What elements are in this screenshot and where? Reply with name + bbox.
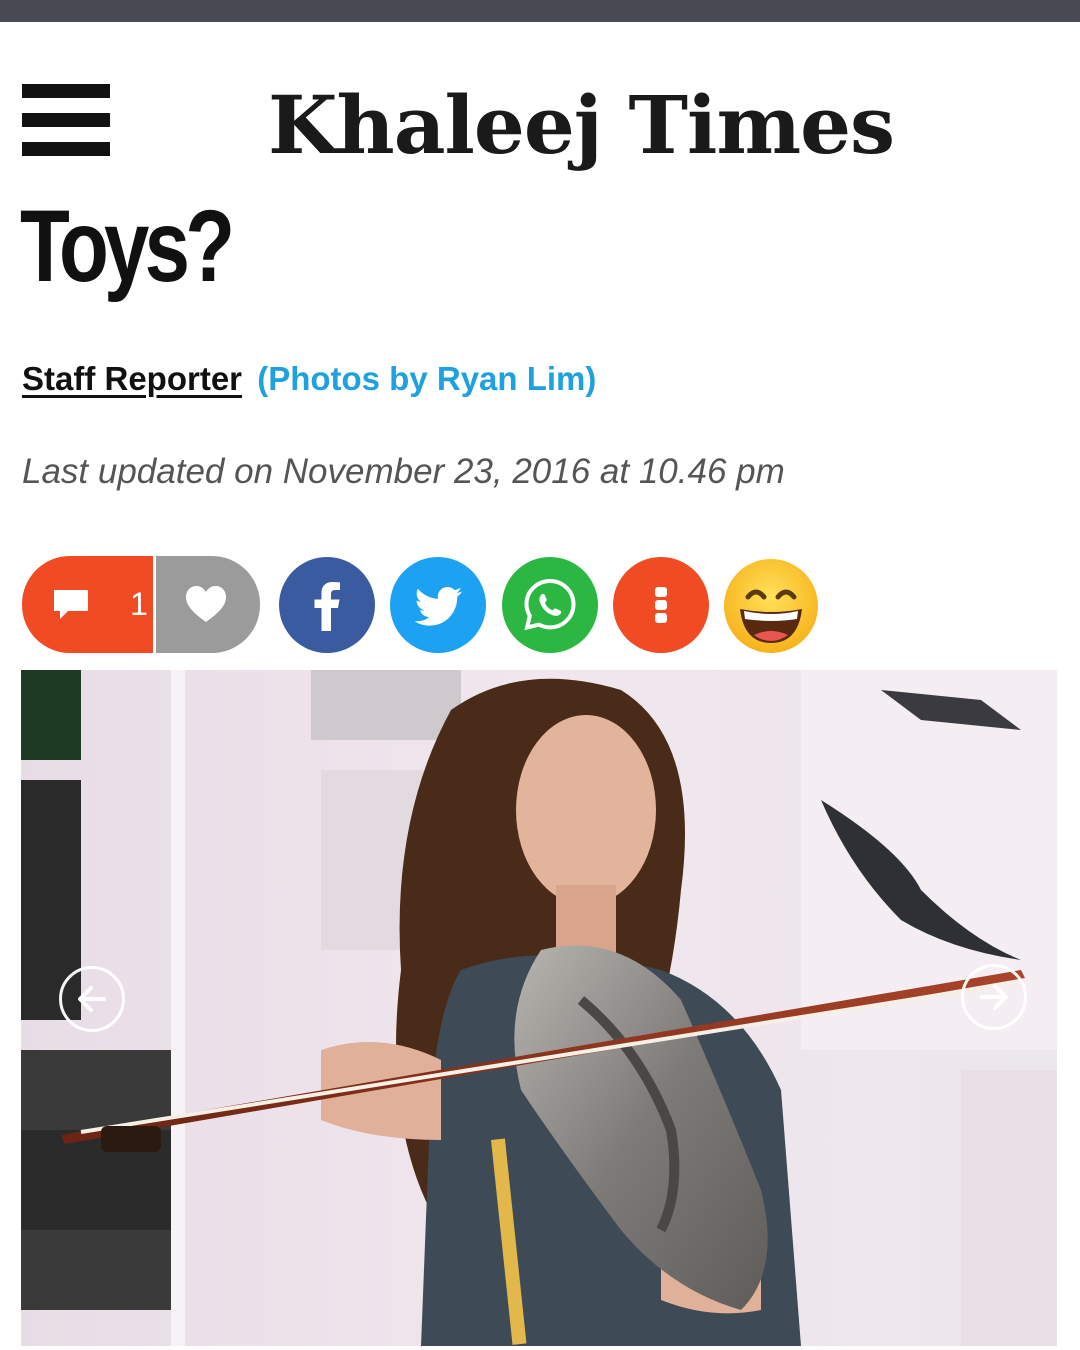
carousel-next-button[interactable]: [961, 964, 1027, 1030]
last-updated-timestamp: Last updated on November 23, 2016 at 10.…: [22, 452, 785, 491]
article-headline: Toys?: [20, 189, 235, 303]
twitter-share-button[interactable]: [390, 557, 486, 653]
article-photo: [21, 670, 1057, 1346]
twitter-icon: [414, 587, 462, 626]
site-logo[interactable]: Khaleej Times: [268, 70, 895, 180]
facebook-share-button[interactable]: [279, 557, 375, 653]
author-link[interactable]: Staff Reporter: [22, 360, 242, 397]
photo-credit: (Photos by Ryan Lim): [257, 360, 597, 397]
hamburger-menu-icon[interactable]: [22, 84, 110, 156]
whatsapp-share-button[interactable]: [502, 557, 598, 653]
carousel-prev-button[interactable]: [59, 966, 125, 1032]
reaction-button[interactable]: [722, 557, 820, 655]
article-photo-carousel[interactable]: [21, 670, 1057, 1346]
arrow-left-icon: [78, 986, 106, 1012]
whatsapp-icon: [524, 578, 576, 631]
grinning-emoji-icon: [724, 559, 818, 653]
heart-icon: [186, 586, 226, 622]
facebook-icon: [314, 582, 340, 631]
comments-button[interactable]: 1: [22, 556, 153, 653]
comment-bubble-icon: [54, 590, 88, 619]
arrow-right-icon: [980, 984, 1008, 1010]
more-vertical-icon: [655, 587, 667, 623]
like-button[interactable]: [156, 556, 260, 653]
comment-count: 1: [130, 586, 148, 622]
status-bar: [0, 0, 1080, 22]
byline: Staff Reporter (Photos by Ryan Lim): [22, 358, 596, 400]
more-options-button[interactable]: [613, 557, 709, 653]
